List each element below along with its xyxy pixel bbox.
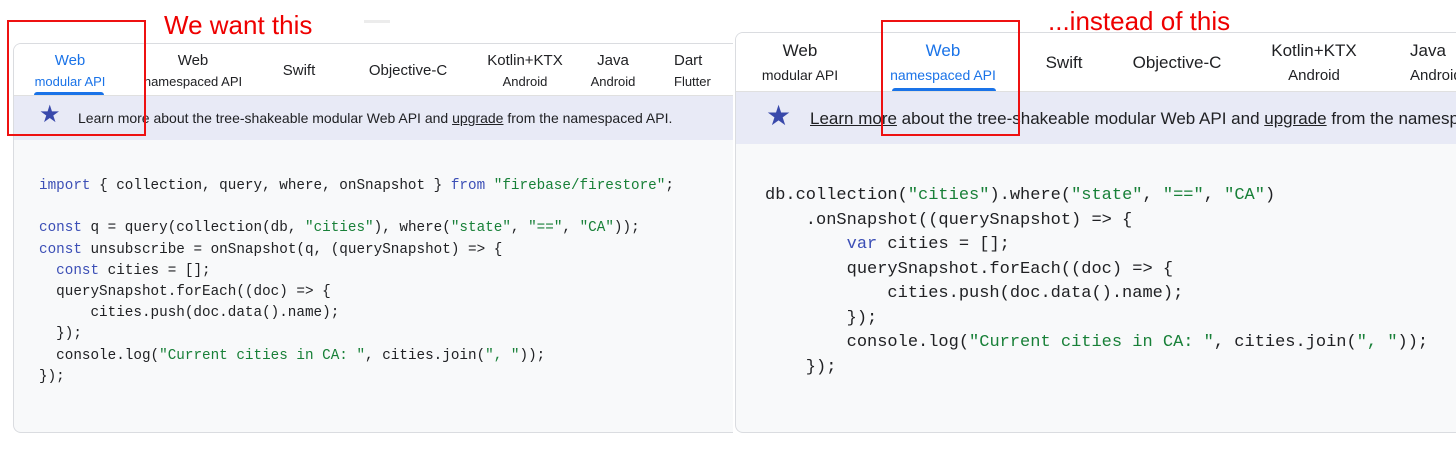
tab-swift[interactable]: Swift: [260, 44, 338, 95]
code-line: });: [39, 326, 82, 343]
right-tab-bar: Web modular API Web namespaced API Swift…: [736, 33, 1456, 92]
right-caption: ...instead of this: [1048, 6, 1231, 36]
tab-sublabel: Android: [1288, 67, 1340, 84]
learn-more-link[interactable]: Learn more: [810, 109, 897, 128]
tab-sublabel: Flutter: [674, 74, 711, 89]
tab-label: Web: [782, 41, 818, 60]
tab-swift[interactable]: Swift: [1026, 33, 1102, 91]
notice-text-part: from the namespaced API.: [503, 110, 673, 126]
modular-api-notice: ★ Learn more about the tree-shakeable mo…: [736, 92, 1456, 144]
modular-api-notice: ★ Learn more about the tree-shakeable mo…: [14, 96, 733, 140]
tab-web-namespaced[interactable]: Web namespaced API: [126, 44, 260, 95]
tab-label: Java: [1410, 41, 1446, 60]
code-line: const q = query(collection(db, "cities")…: [39, 220, 640, 237]
tab-sublabel: modular API: [761, 67, 839, 83]
tab-kotlin-ktx[interactable]: Kotlin+KTX Android: [1256, 33, 1372, 91]
code-line: querySnapshot.forEach((doc) => {: [765, 259, 1174, 279]
tab-objective-c[interactable]: Objective-C: [1112, 33, 1242, 91]
tab-web-modular[interactable]: Web modular API: [736, 33, 864, 91]
tab-label: Swift: [1045, 53, 1083, 72]
tab-web-modular[interactable]: Web modular API: [14, 44, 126, 95]
star-icon: ★: [39, 101, 61, 128]
notice-text: Learn more about the tree-shakeable modu…: [78, 110, 672, 126]
tab-label: Kotlin+KTX: [1271, 41, 1357, 60]
upgrade-link[interactable]: upgrade: [452, 110, 503, 126]
notice-text-part: about the tree-shakeable modular Web API…: [896, 109, 1265, 128]
code-line: });: [39, 368, 65, 385]
code-line: });: [765, 357, 837, 377]
code-line: import { collection, query, where, onSna…: [39, 178, 674, 194]
tab-sublabel: Android: [502, 74, 548, 89]
notice-text-part: from the namespaced API.: [1331, 109, 1456, 128]
upgrade-link[interactable]: upgrade: [1264, 109, 1326, 128]
active-tab-indicator: [892, 88, 996, 91]
notice-text: Learn more about the tree-shakeable modu…: [810, 109, 1456, 129]
tab-kotlin-ktx[interactable]: Kotlin+KTX Android: [466, 44, 584, 95]
tab-objective-c[interactable]: Objective-C: [338, 44, 478, 95]
code-line: });: [765, 308, 878, 328]
tab-label: Web: [177, 52, 209, 69]
tab-java[interactable]: Java Android: [1410, 33, 1456, 91]
code-line: querySnapshot.forEach((doc) => {: [39, 284, 331, 301]
tab-label: Java: [597, 52, 629, 69]
tab-label: Kotlin+KTX: [487, 52, 563, 69]
tab-sublabel: namespaced API: [890, 67, 996, 83]
active-tab-indicator: [34, 92, 104, 95]
tab-label: Objective-C: [368, 62, 448, 79]
code-line: db.collection("cities").where("state", "…: [765, 186, 1276, 205]
tab-sublabel: namespaced API: [143, 74, 243, 89]
code-line: cities.push(doc.data().name);: [39, 305, 340, 322]
tab-label: Web: [54, 52, 86, 69]
tab-label: Dart: [674, 52, 703, 69]
code-line: const cities = [];: [56, 262, 211, 279]
code-line: const unsubscribe = onSnapshot(q, (query…: [39, 241, 503, 258]
code-line: console.log("Current cities in CA: ", ci…: [39, 347, 546, 364]
code-line: var cities = [];: [846, 235, 1010, 254]
tab-sublabel: Android: [590, 74, 636, 89]
tab-dart[interactable]: Dart Flutter: [674, 44, 733, 95]
star-icon: ★: [766, 100, 792, 131]
tab-sublabel: modular API: [34, 74, 106, 89]
tab-web-namespaced[interactable]: Web namespaced API: [876, 33, 1010, 91]
left-tab-bar: Web modular API Web namespaced API Swift…: [14, 44, 733, 96]
tab-label: Swift: [282, 62, 316, 79]
right-code-block: db.collection("cities").where("state", "…: [765, 184, 1428, 380]
left-code-block: import { collection, query, where, onSna…: [39, 176, 674, 388]
divider: [364, 20, 390, 23]
notice-text-part: Learn more about the tree-shakeable modu…: [78, 110, 453, 126]
code-line: console.log("Current cities in CA: ", ci…: [765, 333, 1429, 352]
tab-label: Web: [925, 41, 961, 60]
tab-sublabel: Android: [1410, 67, 1456, 84]
code-line: .onSnapshot((querySnapshot) => {: [765, 210, 1133, 230]
left-code-sample-panel: Web modular API Web namespaced API Swift…: [13, 43, 733, 433]
left-caption: We want this: [164, 10, 313, 40]
code-line: cities.push(doc.data().name);: [765, 284, 1184, 303]
tab-java[interactable]: Java Android: [578, 44, 648, 95]
tab-label: Objective-C: [1132, 53, 1222, 72]
right-code-sample-panel: Web modular API Web namespaced API Swift…: [735, 32, 1456, 433]
